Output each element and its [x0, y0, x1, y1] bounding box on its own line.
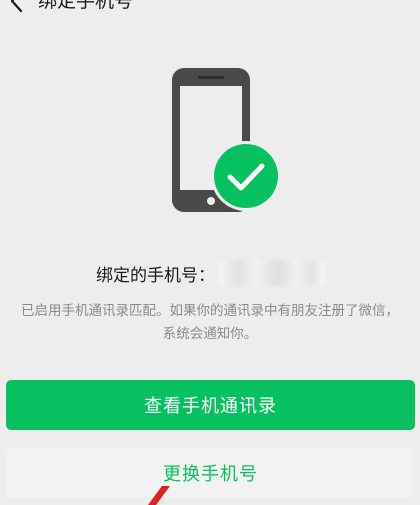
contact-match-description: 已启用手机通讯录匹配。如果你的通讯录中有朋友注册了微信， 系统会通知你。 [4, 300, 416, 346]
masked-phone-number [219, 260, 325, 286]
check-circle-icon [211, 141, 281, 211]
red-arrow-icon [148, 486, 170, 505]
bound-number-row: 绑定的手机号： [96, 260, 325, 286]
view-contacts-button[interactable]: 查看手机通讯录 [6, 380, 415, 430]
top-bar: 绑定手机号 [0, 0, 420, 22]
description-line-1: 已启用手机通讯录匹配。如果你的通讯录中有朋友注册了微信， [21, 303, 399, 319]
change-phone-button[interactable]: 更换手机号 [6, 448, 415, 498]
description-line-2: 系统会通知你。 [162, 326, 258, 342]
page-title: 绑定手机号 [38, 0, 134, 12]
chevron-left-icon[interactable] [4, 0, 30, 14]
phone-illustration [170, 66, 285, 216]
bound-number-label: 绑定的手机号： [96, 265, 215, 286]
